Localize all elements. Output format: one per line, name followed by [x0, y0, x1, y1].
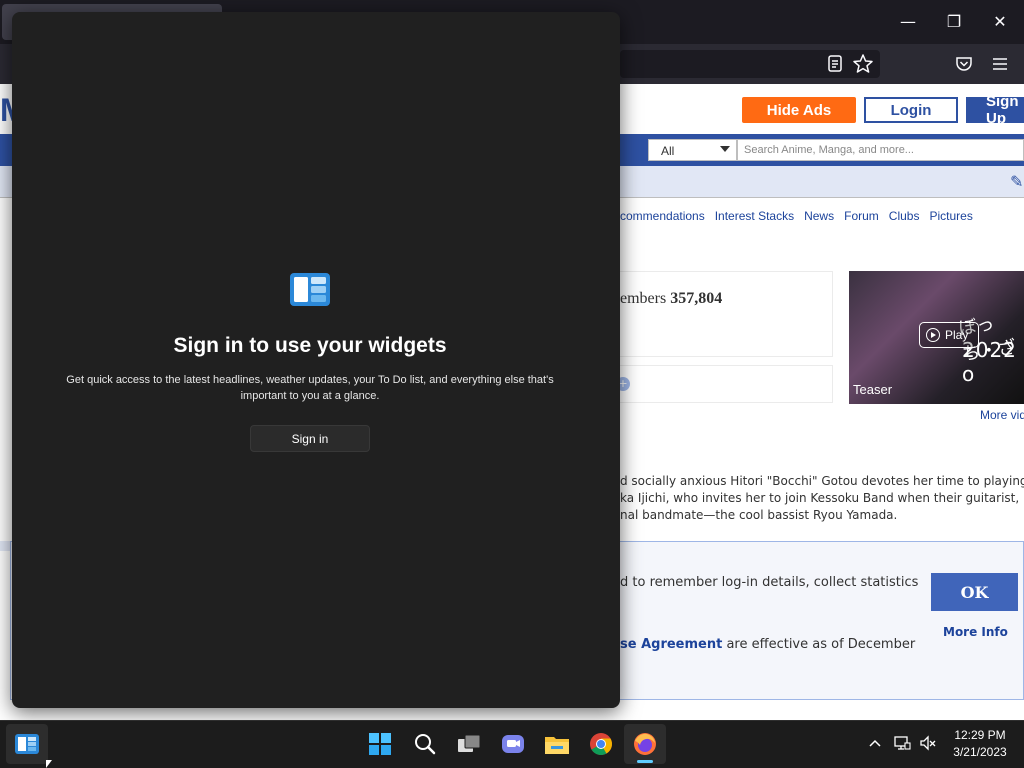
widgets-taskbar-icon[interactable] — [11, 728, 43, 760]
search-input[interactable]: Search Anime, Manga, and more... — [737, 139, 1024, 161]
edit-pencil-icon[interactable]: ✎ — [1010, 172, 1023, 191]
teaser-label: Teaser — [853, 382, 893, 397]
widgets-panel — [12, 12, 620, 708]
synopsis: d socially anxious Hitori "Bocchi" Gotou… — [620, 473, 1024, 524]
play-button[interactable]: Play — [919, 322, 979, 348]
close-button[interactable]: ✕ — [980, 8, 1020, 36]
members-value: 357,804 — [670, 290, 723, 307]
synopsis-line: ka Ijichi, who invites her to join Kesso… — [620, 491, 1024, 505]
reader-view-icon[interactable] — [823, 52, 847, 76]
widgets-logo-icon — [290, 273, 330, 306]
members-stat: embers 357,804 — [620, 290, 722, 308]
link-pictures[interactable]: Pictures — [929, 209, 972, 223]
cookie-agreement-text: se Agreement are effective as of Decembe… — [620, 637, 915, 652]
play-icon — [926, 328, 940, 342]
members-label: embers — [620, 290, 667, 307]
link-interest-stacks[interactable]: Interest Stacks — [715, 209, 794, 223]
tray-chevron-up-icon[interactable] — [866, 734, 884, 752]
anime-menu-links: commendations Interest Stacks News Forum… — [620, 209, 973, 223]
widgets-title: Sign in to use your widgets — [173, 334, 447, 357]
synopsis-line: d socially anxious Hitori "Bocchi" Gotou… — [620, 474, 1024, 488]
file-explorer-icon[interactable] — [541, 728, 573, 760]
login-button[interactable]: Login — [864, 97, 958, 123]
agreement-rest: are effective as of December — [722, 637, 916, 652]
taskbar-clock[interactable]: 12:29 PM 3/21/2023 — [944, 727, 1016, 761]
link-news[interactable]: News — [804, 209, 834, 223]
link-recommendations[interactable]: commendations — [620, 209, 705, 223]
stats-box — [610, 271, 833, 357]
more-videos-link[interactable]: More vid — [980, 408, 1024, 422]
network-icon[interactable] — [893, 734, 911, 752]
more-info-link[interactable]: More Info — [943, 625, 1008, 639]
start-icon[interactable] — [364, 728, 396, 760]
menu-hamburger-icon[interactable] — [988, 52, 1012, 76]
teams-chat-icon[interactable] — [497, 728, 529, 760]
chrome-icon[interactable] — [585, 728, 617, 760]
maximize-button[interactable]: ❐ — [934, 8, 974, 36]
cookie-text: d to remember log-in details, collect st… — [620, 575, 919, 590]
clock-time: 12:29 PM — [954, 728, 1006, 742]
widgets-signin-button[interactable]: Sign in — [250, 425, 370, 452]
link-clubs[interactable]: Clubs — [889, 209, 920, 223]
firefox-icon[interactable] — [629, 728, 661, 760]
pocket-icon[interactable] — [952, 52, 976, 76]
cookie-ok-button[interactable]: OK — [931, 573, 1018, 611]
synopsis-line: nal bandmate—the cool bassist Ryou Yamad… — [620, 508, 898, 522]
link-forum[interactable]: Forum — [844, 209, 879, 223]
play-label: Play — [945, 328, 969, 342]
agreement-link[interactable]: se Agreement — [620, 637, 722, 652]
widgets-description: Get quick access to the latest headlines… — [66, 374, 554, 402]
bookmark-star-icon[interactable] — [851, 52, 875, 76]
add-to-list-box — [610, 365, 833, 403]
mouse-cursor-icon — [46, 760, 52, 768]
firefox-running-indicator — [637, 760, 653, 763]
volume-muted-icon[interactable] — [919, 734, 937, 752]
clock-date: 3/21/2023 — [953, 745, 1007, 759]
hide-ads-button[interactable]: Hide Ads — [742, 97, 856, 123]
task-view-icon[interactable] — [453, 728, 485, 760]
desktop-screen: — ❐ ✕ M Hide Ads Login Sign Up All Searc… — [0, 0, 1024, 768]
chevron-down-icon — [720, 146, 730, 152]
search-icon[interactable] — [409, 728, 441, 760]
minimize-button[interactable]: — — [888, 8, 928, 36]
signup-button[interactable]: Sign Up — [966, 93, 1024, 127]
